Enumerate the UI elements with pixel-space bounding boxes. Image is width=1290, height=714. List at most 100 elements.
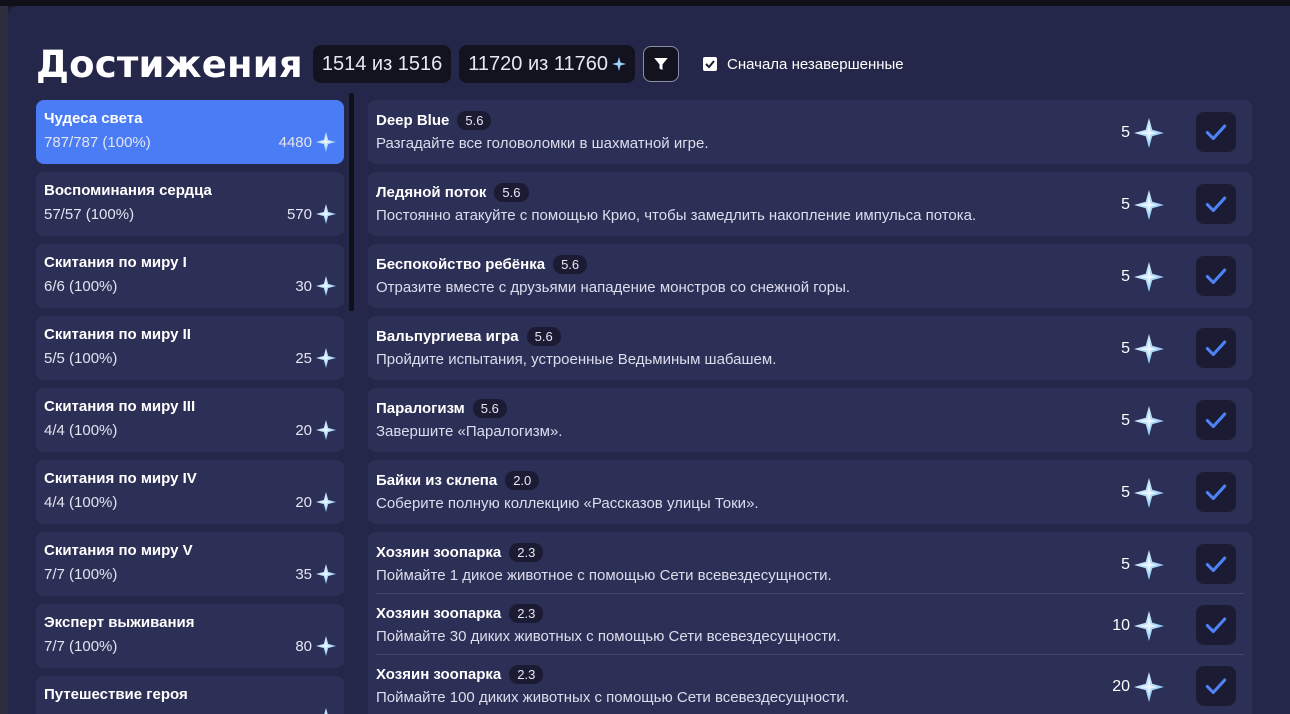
achievement-row: Беспокойство ребёнка 5.6 Отразите вместе… xyxy=(368,244,1252,308)
category-name: Чудеса света xyxy=(44,110,143,127)
achievement-name: Хозяин зоопарка xyxy=(376,544,502,561)
reward-value: 5 xyxy=(1121,268,1130,285)
checkmark-icon xyxy=(1205,556,1227,573)
achievement-title: Паралогизм 5.6 xyxy=(376,399,507,418)
achievement-title: Вальпургиева игра 5.6 xyxy=(376,327,561,346)
category-points-value: 25 xyxy=(295,349,312,367)
incomplete-first-toggle[interactable]: Сначала незавершенные xyxy=(703,56,904,73)
primogem-icon xyxy=(316,564,336,584)
achievement-row: Deep Blue 5.6 Разгадайте все головоломки… xyxy=(368,100,1252,164)
completed-button[interactable] xyxy=(1196,472,1236,512)
primogem-icon xyxy=(1134,550,1164,580)
completed-button[interactable] xyxy=(1196,256,1236,296)
category-item[interactable]: Чудеса света 787/787 (100%) 4480 xyxy=(36,100,344,164)
header: Достижения 1514 из 1516 11720 из 11760 С… xyxy=(36,43,904,86)
achievement-title: Deep Blue 5.6 xyxy=(376,111,492,130)
category-points: 20 xyxy=(295,492,336,512)
version-badge: 5.6 xyxy=(526,327,561,346)
category-item[interactable]: Скитания по миру II 5/5 (100%) 25 xyxy=(36,316,344,380)
achievement-name: Паралогизм xyxy=(376,400,465,417)
category-item[interactable]: Путешествие героя xyxy=(36,676,344,714)
category-points-value: 570 xyxy=(286,205,312,223)
category-points xyxy=(312,708,336,714)
category-item[interactable]: Скитания по миру V 7/7 (100%) 35 xyxy=(36,532,344,596)
category-points-value: 20 xyxy=(295,493,312,511)
completed-button[interactable] xyxy=(1196,605,1236,645)
achievement-row: Хозяин зоопарка 2.3 Поймайте 100 диких ж… xyxy=(368,654,1252,714)
category-item[interactable]: Скитания по миру III 4/4 (100%) 20 xyxy=(36,388,344,452)
completed-button[interactable] xyxy=(1196,666,1236,706)
reward-value: 5 xyxy=(1121,340,1130,357)
achievement-reward: 5 xyxy=(1121,334,1164,364)
achievement-title: Хозяин зоопарка 2.3 xyxy=(376,604,544,623)
primogem-icon xyxy=(1134,478,1164,508)
achievement-name: Хозяин зоопарка xyxy=(376,605,502,622)
completed-button[interactable] xyxy=(1196,328,1236,368)
primogem-icon xyxy=(324,708,328,714)
category-name: Скитания по миру IV xyxy=(44,470,197,487)
reward-value: 5 xyxy=(1121,484,1130,501)
primogem-icon xyxy=(316,276,336,296)
achievement-description: Постоянно атакуйте с помощью Крио, чтобы… xyxy=(376,207,977,224)
category-item[interactable]: Скитания по миру I 6/6 (100%) 30 xyxy=(36,244,344,308)
category-list: Чудеса света 787/787 (100%) 4480 Воспоми… xyxy=(36,100,344,714)
reward-value: 5 xyxy=(1121,196,1130,213)
reward-value: 20 xyxy=(1112,678,1130,695)
category-name: Воспоминания сердца xyxy=(44,182,212,199)
primogems-count: 11720 из 11760 xyxy=(468,52,609,75)
achievement-reward: 5 xyxy=(1121,406,1164,436)
category-name: Эксперт выживания xyxy=(44,614,195,631)
completed-button[interactable] xyxy=(1196,184,1236,224)
version-badge: 2.0 xyxy=(505,471,540,490)
achievement-row: Паралогизм 5.6 Завершите «Паралогизм». 5 xyxy=(368,388,1252,452)
version-badge: 5.6 xyxy=(494,183,529,202)
achievement-description: Пройдите испытания, устроенные Ведьминым… xyxy=(376,351,777,368)
primogem-icon xyxy=(1134,406,1164,436)
primogem-icon xyxy=(612,57,627,71)
version-badge: 5.6 xyxy=(472,399,507,418)
achievement-name: Хозяин зоопарка xyxy=(376,666,502,683)
completed-button[interactable] xyxy=(1196,112,1236,152)
achievement-description: Отразите вместе с друзьями нападение мон… xyxy=(376,279,851,296)
achievements-count: 1514 из 1516 xyxy=(321,52,443,75)
category-item[interactable]: Воспоминания сердца 57/57 (100%) 570 xyxy=(36,172,344,236)
primogem-icon xyxy=(316,420,336,440)
category-name: Скитания по миру III xyxy=(44,398,196,415)
completed-button[interactable] xyxy=(1196,400,1236,440)
version-badge: 5.6 xyxy=(553,255,588,274)
achievement-row: Хозяин зоопарка 2.3 Поймайте 30 диких жи… xyxy=(368,593,1252,654)
achievement-description: Поймайте 30 диких животных с помощью Сет… xyxy=(376,628,841,645)
category-item[interactable]: Эксперт выживания 7/7 (100%) 80 xyxy=(36,604,344,668)
filter-icon xyxy=(654,58,668,70)
category-points: 4480 xyxy=(279,132,336,152)
completed-button[interactable] xyxy=(1196,544,1236,584)
incomplete-first-checkbox[interactable] xyxy=(703,57,718,71)
category-progress: 4/4 (100%) xyxy=(44,421,118,439)
category-item[interactable]: Скитания по миру IV 4/4 (100%) 20 xyxy=(36,460,344,524)
version-badge: 2.3 xyxy=(509,604,544,623)
category-points-value: 30 xyxy=(295,277,312,295)
version-badge: 5.6 xyxy=(457,111,492,130)
primogem-icon xyxy=(316,636,336,656)
version-badge: 2.3 xyxy=(509,543,544,562)
filter-button[interactable] xyxy=(643,46,680,82)
checkmark-icon xyxy=(1205,124,1227,141)
primogem-icon xyxy=(1134,190,1164,220)
achievement-reward: 20 xyxy=(1112,672,1164,702)
achievement-description: Разгадайте все головоломки в шахматной и… xyxy=(376,135,709,152)
achievement-group: Хозяин зоопарка 2.3 Поймайте 1 дикое жив… xyxy=(368,532,1252,714)
achievement-name: Байки из склепа xyxy=(376,472,498,489)
primogem-icon xyxy=(1134,672,1164,702)
category-progress: 787/787 (100%) xyxy=(44,133,151,151)
achievement-title: Беспокойство ребёнка 5.6 xyxy=(376,255,588,274)
category-points: 20 xyxy=(295,420,336,440)
category-scrollbar[interactable] xyxy=(349,93,354,311)
divider xyxy=(376,654,1244,655)
primogems-count-badge: 11720 из 11760 xyxy=(459,45,636,83)
achievement-title: Хозяин зоопарка 2.3 xyxy=(376,543,544,562)
category-points: 35 xyxy=(295,564,336,584)
checkmark-icon xyxy=(1205,617,1227,634)
category-progress: 4/4 (100%) xyxy=(44,493,118,511)
checkmark-icon xyxy=(705,60,715,69)
achievement-reward: 5 xyxy=(1121,190,1164,220)
